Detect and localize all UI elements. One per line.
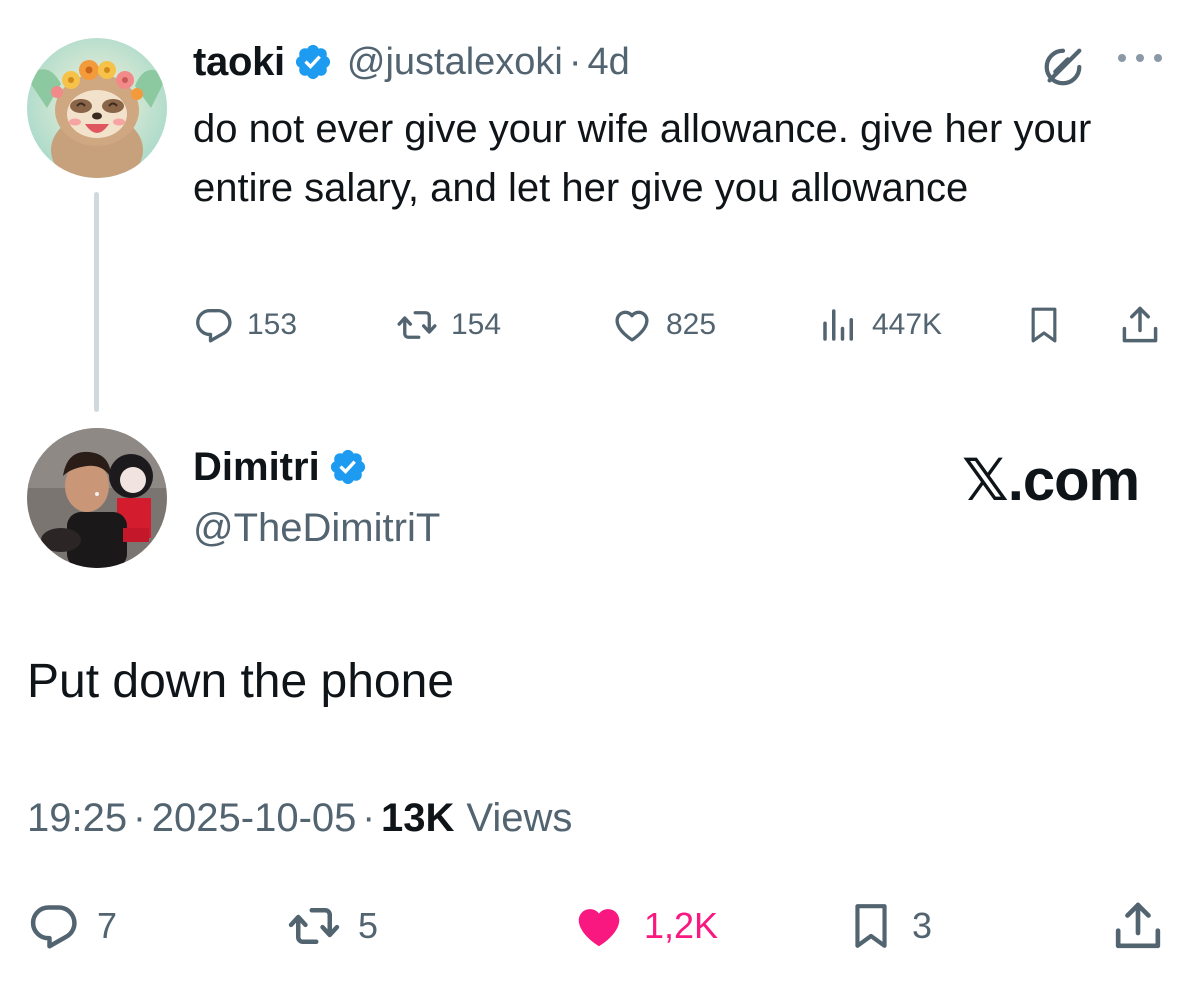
profile-photo-image (27, 428, 167, 568)
separator-dot: · (568, 40, 582, 83)
parent-tweet-text: do not ever give your wife allowance. gi… (193, 107, 1092, 210)
main-retweet-count: 5 (358, 905, 379, 946)
heart-filled-icon (578, 909, 620, 947)
parent-like-count: 825 (666, 308, 717, 341)
tweet-time[interactable]: 19:25 (27, 796, 127, 841)
parent-retweet-button[interactable]: 154 (395, 302, 501, 348)
views-icon (823, 309, 853, 341)
main-tweet-author: Dimitri (193, 440, 368, 494)
x-brand-logo: 𝕏.com (962, 448, 1140, 513)
main-display-name[interactable]: Dimitri (193, 445, 320, 490)
verified-badge-icon (330, 449, 365, 485)
reply-icon (30, 905, 77, 949)
separator-dot: · (133, 797, 146, 839)
main-reply-count: 7 (97, 905, 118, 946)
tweet-meta-row: 19:25 · 2025-10-05 · 13K Views (27, 796, 572, 841)
share-icon (1115, 902, 1161, 949)
parent-reply-count: 153 (247, 308, 298, 341)
main-reply-button[interactable]: 7 (27, 898, 117, 954)
parent-views-count: 447K (872, 308, 943, 341)
main-retweet-button[interactable]: 5 (286, 898, 378, 954)
tweet-date[interactable]: 2025-10-05 (152, 796, 357, 841)
more-options-icon[interactable] (1112, 48, 1168, 68)
separator-dot: · (362, 797, 376, 839)
parent-like-button[interactable]: 825 (610, 302, 716, 348)
main-handle[interactable]: @TheDimitriT (193, 506, 440, 551)
main-share-button[interactable] (1110, 898, 1166, 954)
verified-badge-icon (295, 44, 330, 80)
parent-display-name[interactable]: taoki (193, 40, 285, 85)
tweet-views-label: Views (466, 796, 573, 840)
main-avatar[interactable] (27, 428, 167, 568)
parent-bookmark-button[interactable] (1024, 302, 1064, 348)
reply-icon (196, 308, 232, 343)
main-bookmark-count: 3 (912, 905, 933, 946)
grok-icon[interactable] (1040, 44, 1086, 90)
retweet-icon (397, 311, 437, 339)
share-icon (1122, 306, 1158, 343)
parent-views-button[interactable]: 447K (818, 302, 942, 348)
main-like-count: 1,2K (644, 905, 719, 946)
main-bookmark-button[interactable]: 3 (846, 898, 932, 954)
main-like-button[interactable]: 1,2K (570, 898, 718, 954)
parent-reply-button[interactable]: 153 (193, 302, 297, 348)
parent-tweet-header: taoki @justalexoki · 4d (193, 36, 630, 88)
bookmark-icon (855, 904, 887, 948)
heart-icon (615, 310, 649, 342)
thread-connector-line (94, 192, 99, 412)
tweet-views-count: 13K (381, 796, 455, 840)
bookmark-icon (1031, 307, 1057, 343)
main-tweet-text: Put down the phone (27, 655, 455, 708)
parent-retweet-count: 154 (451, 308, 502, 341)
parent-handle[interactable]: @justalexoki (347, 41, 563, 84)
parent-timestamp[interactable]: 4d (588, 41, 630, 84)
parent-share-button[interactable] (1118, 302, 1162, 348)
sloth-avatar-image (27, 38, 167, 178)
retweet-icon (288, 908, 340, 944)
parent-avatar[interactable] (27, 38, 167, 178)
